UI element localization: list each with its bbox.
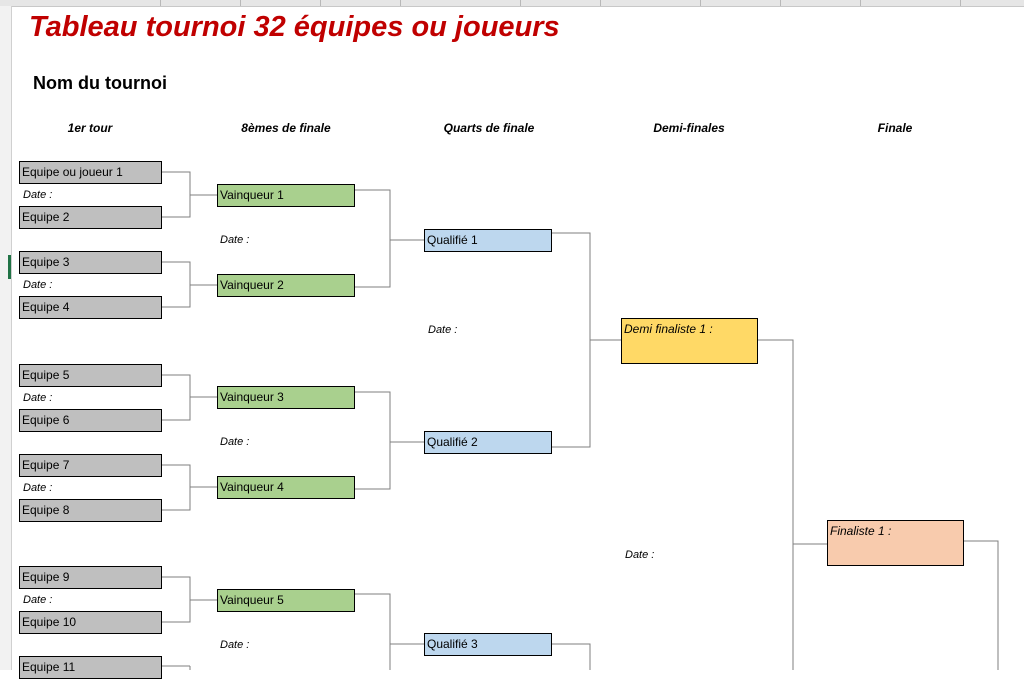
qualified-slot-2[interactable]: Qualifié 2 [424,431,552,454]
team-slot-11[interactable]: Equipe 11 [19,656,162,679]
match-date-label: Date : [23,392,53,404]
team-slot-2[interactable]: Equipe 2 [19,206,162,229]
match-date-label: Date : [220,639,250,651]
team-slot-3[interactable]: Equipe 3 [19,251,162,274]
match-date-label: Date : [220,436,250,448]
team-slot-9[interactable]: Equipe 9 [19,566,162,589]
match-date-label: Date : [23,594,53,606]
winner-slot-3[interactable]: Vainqueur 3 [217,386,355,409]
semifinalist-slot-1[interactable]: Demi finaliste 1 : [621,318,758,364]
match-date-label: Date : [428,324,458,336]
winner-slot-2[interactable]: Vainqueur 2 [217,274,355,297]
team-slot-1[interactable]: Equipe ou joueur 1 [19,161,162,184]
qualified-slot-1[interactable]: Qualifié 1 [424,229,552,252]
match-date-label: Date : [23,482,53,494]
qualified-slot-3[interactable]: Qualifié 3 [424,633,552,656]
team-slot-4[interactable]: Equipe 4 [19,296,162,319]
team-slot-8[interactable]: Equipe 8 [19,499,162,522]
winner-slot-4[interactable]: Vainqueur 4 [217,476,355,499]
finalist-slot-1[interactable]: Finaliste 1 : [827,520,964,566]
match-date-label: Date : [23,279,53,291]
team-slot-6[interactable]: Equipe 6 [19,409,162,432]
team-slot-7[interactable]: Equipe 7 [19,454,162,477]
team-slot-5[interactable]: Equipe 5 [19,364,162,387]
match-date-label: Date : [23,189,53,201]
winner-slot-5[interactable]: Vainqueur 5 [217,589,355,612]
team-slot-10[interactable]: Equipe 10 [19,611,162,634]
match-date-label: Date : [220,234,250,246]
match-date-label: Date : [625,549,655,561]
winner-slot-1[interactable]: Vainqueur 1 [217,184,355,207]
